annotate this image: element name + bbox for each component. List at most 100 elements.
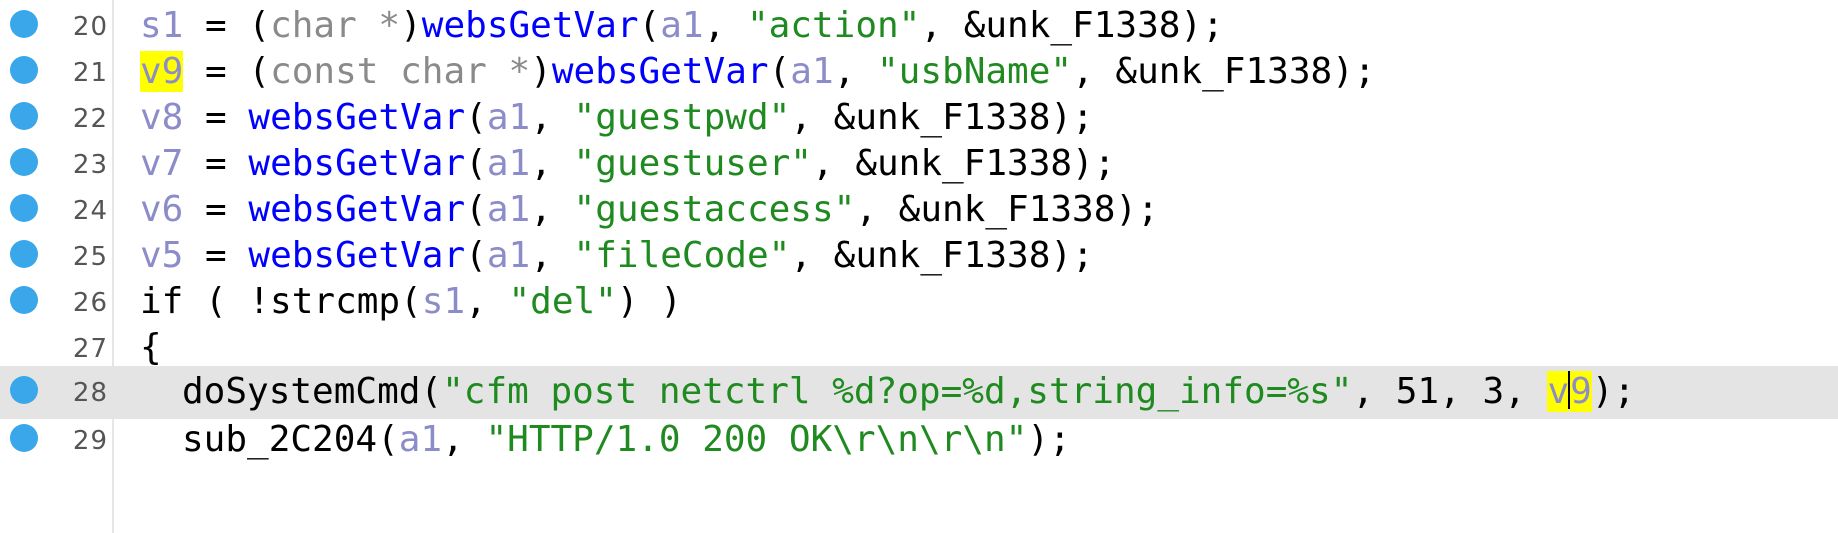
code-token: ) [400,5,422,46]
code-token: "guestpwd" [573,97,791,138]
breakpoint-icon[interactable] [10,56,38,84]
code-token: "guestaccess" [573,189,856,230]
code-token: const char * [270,51,531,92]
code-token: , [530,189,574,230]
code-token: ) ) [616,281,682,322]
code-token: ); [1591,371,1636,412]
code-line[interactable]: 29 sub_2C204(a1, "HTTP/1.0 200 OK\r\n\r\n… [0,414,1838,467]
code-token: , &unk_F1338); [920,5,1224,46]
code-text[interactable]: doSystemCmd("cfm post netctrl %d?op=%d,s… [182,370,1635,414]
code-token: ( [465,97,487,138]
code-text[interactable]: v7 = websGetVar(a1, "guestuser", &unk_F1… [140,142,1115,186]
code-token: , 51, 3, [1352,371,1548,412]
line-number: 23 [72,150,108,180]
code-token: "fileCode" [573,235,791,276]
breakpoint-icon[interactable] [10,102,38,130]
code-token: a1 [486,143,531,184]
code-token: ); [1027,419,1071,460]
line-number: 25 [72,242,108,272]
line-number: 28 [72,378,108,408]
code-token: v7 [140,143,184,184]
code-text[interactable]: if ( !strcmp(s1, "del") ) [140,280,682,324]
line-number: 29 [72,426,108,456]
breakpoint-icon[interactable] [10,148,38,176]
line-number: 21 [72,58,108,88]
code-token: v9 [140,51,184,92]
code-token: , &unk_F1338); [790,97,1094,138]
code-token: , &unk_F1338); [1072,51,1376,92]
code-token: v6 [140,189,184,230]
code-token: ( [465,235,487,276]
code-token: , [833,51,877,92]
line-number: 24 [72,196,108,226]
code-token: a1 [486,235,531,276]
code-token: v5 [140,235,184,276]
code-token: websGetVar [248,97,466,138]
line-number: 20 [72,12,108,42]
code-text[interactable]: v5 = websGetVar(a1, "fileCode", &unk_F13… [140,234,1094,278]
code-token: v [1547,371,1570,412]
code-text[interactable]: v9 = (const char *)websGetVar(a1, "usbNa… [140,50,1376,94]
code-token: a1 [486,189,531,230]
code-token: "del" [508,281,617,322]
code-text[interactable]: v8 = websGetVar(a1, "guestpwd", &unk_F13… [140,96,1094,140]
code-text[interactable]: s1 = (char *)websGetVar(a1, "action", &u… [140,4,1224,48]
code-token: ( [465,143,487,184]
code-token: "action" [746,5,921,46]
code-token: websGetVar [248,143,466,184]
code-token: 9 [1570,371,1592,412]
code-token: s1 [140,5,184,46]
line-number: 27 [72,334,108,364]
code-token: , [465,281,509,322]
code-token: , [530,97,574,138]
code-token: ( [638,5,661,46]
code-token: if ( !strcmp( [140,281,422,322]
breakpoint-icon[interactable] [10,10,38,38]
code-token: websGetVar [551,51,769,92]
code-token: "HTTP/1.0 200 OK\r\n\r\n" [485,419,1028,460]
code-line-current[interactable]: 28 doSystemCmd("cfm post netctrl %d?op=%d… [0,366,1838,419]
code-token: , [442,419,486,460]
code-token: websGetVar [248,189,466,230]
code-text[interactable]: v6 = websGetVar(a1, "guestaccess", &unk_… [140,188,1159,232]
code-token: = [183,143,249,184]
line-number: 26 [72,288,108,318]
code-token: ) [530,51,552,92]
code-token: ( [768,51,791,92]
code-token: sub_2C204( [182,419,399,460]
code-token: "usbName" [877,51,1073,92]
code-token: , &unk_F1338); [790,235,1094,276]
code-token: = [183,235,249,276]
code-token: , &unk_F1338); [811,143,1116,184]
breakpoint-icon[interactable] [10,424,38,452]
pseudocode-editor[interactable]: 20 s1 = (char *)websGetVar(a1, "action", … [0,0,1838,533]
breakpoint-icon[interactable] [10,194,38,222]
breakpoint-icon[interactable] [10,376,38,404]
code-token: a1 [660,5,704,46]
code-token: a1 [398,419,443,460]
code-token: , [530,143,574,184]
code-token: = ( [183,51,271,92]
code-token: ( [465,189,487,230]
code-token: doSystemCmd( [182,371,443,412]
code-token: websGetVar [421,5,639,46]
code-token: = [183,97,249,138]
code-token: = [183,189,249,230]
code-token: { [140,327,162,368]
code-token: "guestuser" [573,143,812,184]
code-token: , [703,5,747,46]
breakpoint-icon[interactable] [10,286,38,314]
code-token: = ( [183,5,271,46]
code-token: , &unk_F1338); [855,189,1159,230]
breakpoint-icon[interactable] [10,240,38,268]
code-token: a1 [486,97,531,138]
code-token: s1 [421,281,466,322]
line-number: 22 [72,104,108,134]
code-token: char * [270,5,401,46]
code-token: , [530,235,574,276]
code-token: websGetVar [248,235,466,276]
code-text[interactable]: sub_2C204(a1, "HTTP/1.0 200 OK\r\n\r\n")… [182,418,1071,462]
code-token: v8 [140,97,184,138]
code-token: a1 [790,51,834,92]
code-text[interactable]: { [140,326,162,370]
